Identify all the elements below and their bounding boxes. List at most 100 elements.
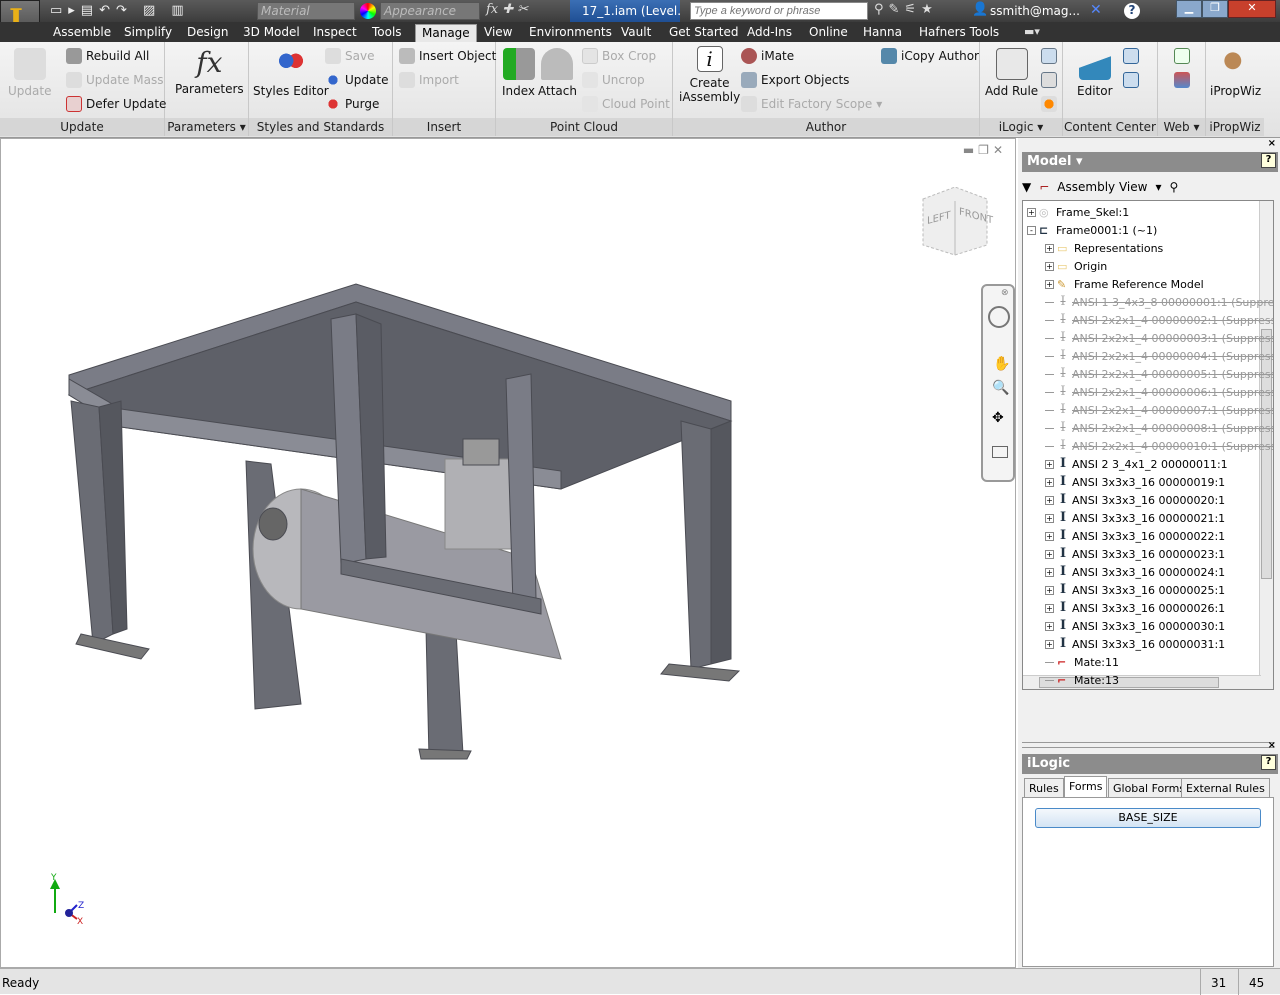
help-button[interactable]: ? [1124,3,1140,19]
search-input[interactable] [690,2,868,20]
tree-node[interactable]: ⌐ Mate:13 [1045,671,1119,689]
expand-toggle[interactable]: + [1045,639,1054,649]
viewcube[interactable]: LEFT FRONT [919,186,993,257]
cloud-point-button[interactable]: Cloud Point [582,96,670,112]
tab-global-forms[interactable]: Global Forms [1108,778,1191,798]
tab-forms[interactable]: Forms [1064,776,1108,798]
ilogic-browser-icon[interactable] [1041,48,1057,64]
tree-node[interactable]: + I ANSI 3x3x3_16 00000021:1 [1045,509,1225,527]
tab-online[interactable]: Online [803,24,854,42]
create-iassembly-button[interactable]: i Create iAssembly [679,46,740,104]
tab-tools[interactable]: Tools [366,24,408,42]
close-navbar-icon[interactable]: ⊗ [1001,288,1009,298]
box-crop-button[interactable]: Box Crop [582,48,656,64]
tree-node[interactable]: + ▭ Origin [1045,257,1107,275]
tab-rules[interactable]: Rules [1024,778,1064,798]
imate-button[interactable]: iMate [741,48,794,64]
ipropwiz-button[interactable]: iPropWiz [1210,48,1261,98]
event-triggers-icon[interactable] [1041,96,1057,112]
expand-toggle[interactable]: - [1027,225,1036,235]
minimize-button[interactable]: ▁ [1176,0,1202,18]
tree-node[interactable]: I ANSI 2x2x1_4 00000008:1 (Suppressed) [1045,419,1273,437]
binoculars-wrench-satellite-star-icons[interactable]: ⚲✎⚟★ [874,2,938,17]
graphics-viewport[interactable]: ▬❐✕ LEFT FRONT ⊗ ✋ 🔍 ✥ Y Z X [0,138,1016,968]
binoculars-icon[interactable]: ⚲ [1169,180,1178,194]
tree-node[interactable]: - ⊏ Frame0001:1 (~1) [1027,221,1157,239]
tree-node[interactable]: + I ANSI 3x3x3_16 00000025:1 [1045,581,1225,599]
tab-environments[interactable]: Environments [523,24,618,42]
panel-label[interactable]: iLogic ▾ [980,118,1062,136]
tab-hafners-tools[interactable]: Hafners Tools [913,24,1005,42]
expand-toggle[interactable]: + [1045,477,1054,487]
edit-factory-scope-button[interactable]: Edit Factory Scope ▾ [741,96,882,112]
tab-vault[interactable]: Vault [615,24,657,42]
quick-access-icons[interactable]: ▭▸▤↶↷ ▨ ▥ [50,3,190,18]
filter-icon[interactable]: ▼ [1022,180,1031,194]
tree-node[interactable]: I ANSI 2x2x1_4 00000004:1 (Suppressed) [1045,347,1273,365]
tab-simplify[interactable]: Simplify [118,24,178,42]
expand-toggle[interactable]: + [1045,621,1054,631]
tree-node[interactable]: I ANSI 2x2x1_4 00000007:1 (Suppressed) [1045,401,1273,419]
base-size-form-button[interactable]: BASE_SIZE [1035,808,1261,828]
panel-label[interactable]: Web ▾ [1158,118,1205,136]
model-tree[interactable]: + ◎ Frame_Skel:1- ⊏ Frame0001:1 (~1) + ▭ Repres… [1022,200,1274,690]
orbit-icon[interactable]: ✥ [992,410,1004,426]
tab-external-rules[interactable]: External Rules [1181,778,1270,798]
tree-node[interactable]: + I ANSI 3x3x3_16 00000023:1 [1045,545,1225,563]
expand-toggle[interactable]: + [1045,261,1054,271]
defer-update-button[interactable]: Defer Update [66,96,166,112]
tree-node[interactable]: + I ANSI 3x3x3_16 00000022:1 [1045,527,1225,545]
expand-toggle[interactable]: + [1045,495,1054,505]
restore-button[interactable]: ❐ [1202,0,1228,18]
expand-toggle[interactable]: + [1045,585,1054,595]
expand-toggle[interactable]: + [1045,513,1054,523]
close-button[interactable]: ✕ [1228,0,1276,18]
dropdown-arrow-icon[interactable]: ▾ [1155,180,1161,194]
tree-node[interactable]: I ANSI 2x2x1_4 00000010:1 (Suppressed) [1045,437,1273,455]
layers-icon[interactable] [1174,72,1190,88]
web-icon[interactable] [1174,48,1190,64]
tab-view[interactable]: View [478,24,518,42]
look-at-icon[interactable] [992,446,1008,458]
index-button[interactable]: Index [502,48,535,98]
material-dropdown[interactable]: Material [257,2,355,20]
tree-node[interactable]: + I ANSI 3x3x3_16 00000026:1 [1045,599,1225,617]
tree-node[interactable]: I ANSI 2x2x1_4 00000006:1 (Suppressed) [1045,383,1273,401]
fx-icon[interactable]: fx ✚ ✂ [486,2,528,17]
uncrop-button[interactable]: Uncrop [582,72,645,88]
tree-node[interactable]: I ANSI 2x2x1_4 00000002:1 (Suppressed) [1045,311,1273,329]
help-icon[interactable]: ? [1261,755,1276,770]
tree-node[interactable]: + I ANSI 3x3x3_16 00000024:1 [1045,563,1225,581]
expand-toggle[interactable]: + [1045,531,1054,541]
tree-node[interactable]: + I ANSI 3x3x3_16 00000019:1 [1045,473,1225,491]
viewport-window-controls[interactable]: ▬❐✕ [963,143,1007,157]
steering-wheel-icon[interactable] [988,306,1010,328]
tree-node[interactable]: + ◎ Frame_Skel:1 [1027,203,1129,221]
tree-node[interactable]: I ANSI 2x2x1_4 00000005:1 (Suppressed) [1045,365,1273,383]
tab-manage[interactable]: Manage [415,24,477,42]
tree-node[interactable]: + ✎ Frame Reference Model [1045,275,1204,293]
purge-button[interactable]: Purge [325,96,379,112]
browser-header[interactable]: Model ▾ ? [1022,152,1278,172]
panel-label[interactable]: Parameters ▾ [165,118,248,136]
tree-node[interactable]: + I ANSI 3x3x3_16 00000020:1 [1045,491,1225,509]
ilogic-components-icon[interactable] [1041,72,1057,88]
expand-toggle[interactable]: + [1027,207,1036,217]
assembly-model[interactable] [1,139,801,839]
expand-toggle[interactable]: + [1045,243,1054,253]
help-icon[interactable]: ? [1261,153,1276,168]
update-mass-button[interactable]: Update Mass [66,72,163,88]
insert-object-button[interactable]: Insert Object [399,48,496,64]
expand-toggle[interactable]: + [1045,459,1054,469]
icopy-author-button[interactable]: iCopy Author [881,48,979,64]
styles-update-button[interactable]: Update [325,72,388,88]
parameters-button[interactable]: fx Parameters [175,46,244,96]
tree-node[interactable]: I ANSI 2x2x1_4 00000003:1 (Suppressed) [1045,329,1273,347]
tab-assemble[interactable]: Assemble [47,24,117,42]
save-button[interactable]: Save [325,48,374,64]
exchange-icon[interactable]: ✕ [1090,2,1102,18]
tree-node[interactable]: I ANSI 1 3_4x3_8 00000001:1 (Suppressed) [1045,293,1273,311]
tab-inspect[interactable]: Inspect [307,24,363,42]
expand-toggle[interactable]: + [1045,549,1054,559]
tree-node[interactable]: + ▭ Representations [1045,239,1163,257]
